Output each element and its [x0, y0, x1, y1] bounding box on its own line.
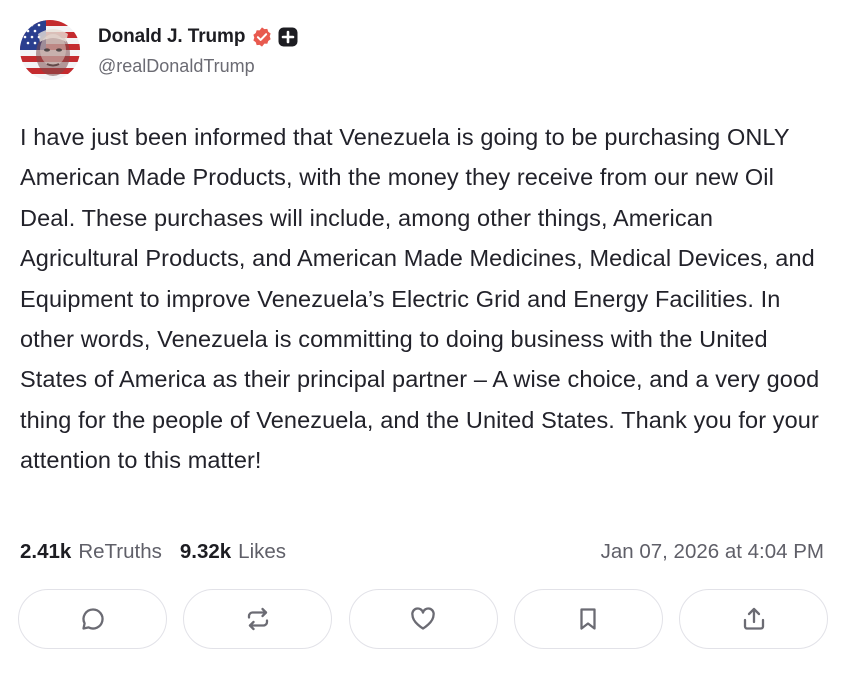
verified-badge-icon [251, 26, 273, 48]
post-body-text: I have just been informed that Venezuela… [20, 124, 820, 474]
likes-count: 9.32k [179, 540, 232, 563]
retruths-count: 2.41k [20, 540, 72, 563]
avatar[interactable] [20, 20, 80, 80]
like-button[interactable] [348, 589, 498, 649]
heart-icon [411, 607, 435, 630]
share-button[interactable] [679, 589, 828, 649]
likes-stat[interactable]: 9.32k Likes [180, 540, 286, 564]
retruth-icon [247, 607, 268, 631]
retruths-stat[interactable]: 2.41k ReTruths [20, 540, 162, 564]
reply-button[interactable] [18, 589, 167, 649]
reply-icon [81, 608, 104, 630]
post-stats: 2.41k ReTruths 9.32k Likes Jan 07, 2026 … [20, 537, 824, 567]
retruths-label: ReTruths [78, 540, 162, 563]
share-icon [743, 607, 764, 630]
author-handle[interactable]: @realDonaldTrump [98, 56, 298, 77]
likes-label: Likes [238, 540, 287, 563]
post-header: Donald J. Trump @realDonaldTrump [20, 18, 298, 82]
bookmark-button[interactable] [513, 589, 663, 649]
bookmark-icon [580, 608, 596, 630]
plus-badge-icon [278, 27, 298, 47]
author-names: Donald J. Trump @realDonaldTrump [98, 24, 298, 77]
retruth-button[interactable] [183, 589, 333, 649]
post-card: Donald J. Trump @realDonaldTrump I have … [0, 0, 850, 677]
name-row: Donald J. Trump [98, 24, 298, 50]
flag-portrait-avatar-icon [20, 20, 80, 80]
author-display-name[interactable]: Donald J. Trump [98, 26, 245, 48]
action-bar [18, 589, 828, 651]
post-timestamp[interactable]: Jan 07, 2026 at 4:04 PM [601, 540, 824, 564]
